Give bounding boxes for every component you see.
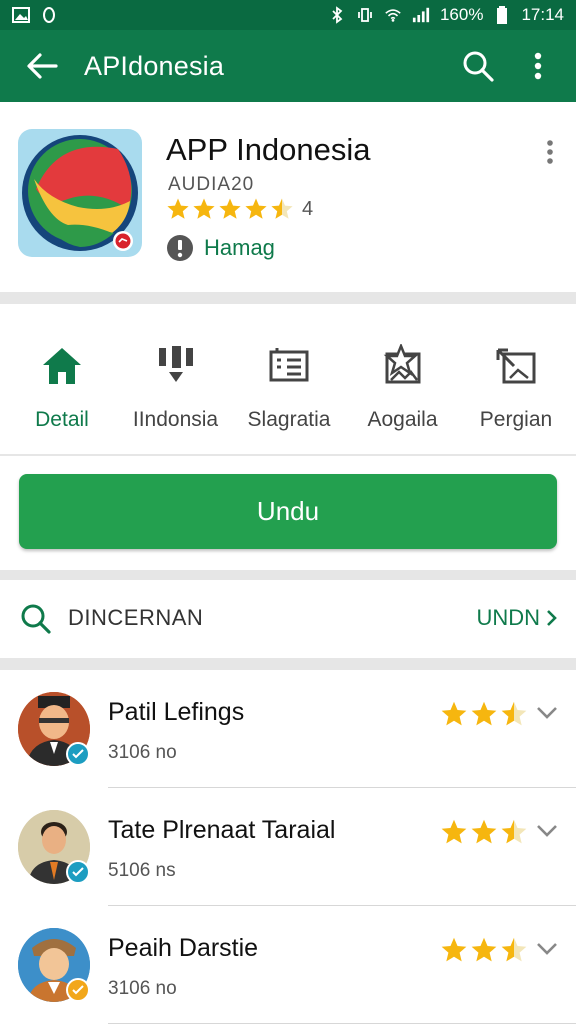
app-bar: APIdonesia	[0, 30, 576, 102]
star-icon	[245, 198, 267, 219]
app-page: 160% 17:14 APIdonesia APP Indonesia AUDI…	[0, 0, 576, 1024]
item-meta: 3106 no	[108, 742, 177, 763]
section-action-label: UNDN	[476, 605, 540, 630]
item-rating-stars	[440, 700, 528, 728]
tab-bar: Detail IIndonsia Slagratia Aogaila Pergi…	[0, 304, 576, 432]
info-alert-icon	[167, 235, 193, 261]
item-meta: 5106 ns	[108, 860, 176, 881]
list-item[interactable]: Peaih Darstie 3106 no	[0, 906, 576, 1024]
section-label: DINCERNAN	[68, 605, 204, 630]
chevron-down-icon[interactable]	[536, 706, 558, 725]
search-icon	[20, 603, 52, 640]
list-item[interactable]: Patil Lefings 3106 no	[0, 670, 576, 788]
more-vertical-icon	[534, 52, 542, 80]
reviews-search-row[interactable]: DINCERNAN UNDN	[0, 580, 576, 658]
item-name: Peaih Darstie	[108, 934, 259, 962]
star-icon	[219, 198, 241, 219]
tab-label: Pergian	[479, 408, 553, 431]
app-icon[interactable]	[18, 129, 142, 257]
star-icon	[471, 701, 497, 726]
install-section: Undu	[0, 456, 576, 570]
star-icon	[441, 701, 467, 726]
status-bar: 160% 17:14	[0, 0, 576, 30]
status-right: 160% 17:14	[328, 5, 564, 25]
list-item[interactable]: Tate Plrenaat Taraial 5106 ns	[0, 788, 576, 906]
tab-label: Aogaila	[367, 408, 438, 431]
list-card-icon	[265, 342, 313, 390]
verified-badge-icon	[66, 978, 90, 1002]
rating-stars	[166, 197, 294, 221]
home-icon	[38, 342, 86, 390]
app-info-card: APP Indonesia AUDIA20 4 Hamag	[0, 102, 576, 292]
content-badge-label: Hamag	[204, 235, 275, 260]
item-name: Tate Plrenaat Taraial	[108, 816, 336, 844]
tab-slagratia[interactable]: Slagratia	[233, 342, 345, 432]
star-icon	[501, 701, 527, 726]
battery-icon	[493, 6, 511, 24]
search-icon	[463, 51, 494, 82]
item-rating-stars	[440, 818, 528, 846]
wifi-icon	[384, 6, 402, 24]
chevron-down-icon[interactable]	[536, 824, 558, 843]
arrow-left-icon	[27, 53, 58, 79]
chevron-down-icon[interactable]	[536, 942, 558, 961]
star-icon	[501, 819, 527, 844]
tab-aogaila[interactable]: Aogaila	[347, 342, 459, 432]
app-bar-title: APIdonesia	[84, 50, 225, 81]
overflow-menu-button[interactable]	[516, 44, 560, 88]
star-icon	[471, 819, 497, 844]
detail-tabs-card: Detail IIndonsia Slagratia Aogaila Pergi…	[0, 304, 576, 454]
chevron-right-icon	[547, 610, 557, 626]
star-image-icon	[379, 342, 427, 390]
bluetooth-icon	[328, 6, 346, 24]
expand-image-icon	[492, 342, 540, 390]
star-icon	[271, 198, 293, 219]
download-list-icon	[152, 342, 200, 390]
app-developer[interactable]: AUDIA20	[168, 174, 254, 196]
vibrate-icon	[356, 6, 374, 24]
content-badge: Hamag	[166, 234, 275, 262]
signal-icon	[412, 6, 430, 24]
more-vertical-icon	[547, 140, 553, 164]
battery-percent: 160%	[439, 5, 484, 24]
tab-indonesia[interactable]: IIndonsia	[120, 342, 232, 432]
back-button[interactable]	[20, 44, 64, 88]
tab-label: Detail	[35, 408, 89, 431]
search-button[interactable]	[456, 44, 500, 88]
app-rating: 4	[166, 197, 313, 221]
app-card-more-button[interactable]	[542, 138, 558, 168]
star-icon	[193, 198, 215, 219]
app-list: Patil Lefings 3106 no Tate Plrenaat Tara…	[0, 670, 576, 1024]
tab-pergian[interactable]: Pergian	[460, 342, 572, 432]
tab-label: IIndonsia	[132, 408, 219, 431]
item-rating-stars	[440, 936, 528, 964]
item-name: Patil Lefings	[108, 698, 245, 726]
clock: 17:14	[521, 5, 564, 24]
star-icon	[441, 819, 467, 844]
verified-badge-icon	[66, 742, 90, 766]
section-action-link[interactable]: UNDN	[476, 605, 558, 631]
verified-badge-icon	[66, 860, 90, 884]
star-icon	[471, 937, 497, 962]
image-icon	[12, 6, 30, 24]
tab-label: Slagratia	[247, 408, 331, 431]
app-name: APP Indonesia	[166, 132, 371, 167]
app-logo-icon	[22, 135, 138, 251]
install-button[interactable]: Undu	[19, 474, 557, 549]
item-meta: 3106 no	[108, 978, 177, 999]
rating-count: 4	[302, 197, 314, 220]
star-icon	[167, 198, 189, 219]
tab-detail[interactable]: Detail	[6, 342, 118, 432]
star-icon	[501, 937, 527, 962]
status-left	[12, 6, 58, 24]
sync-icon	[40, 6, 58, 24]
star-icon	[441, 937, 467, 962]
